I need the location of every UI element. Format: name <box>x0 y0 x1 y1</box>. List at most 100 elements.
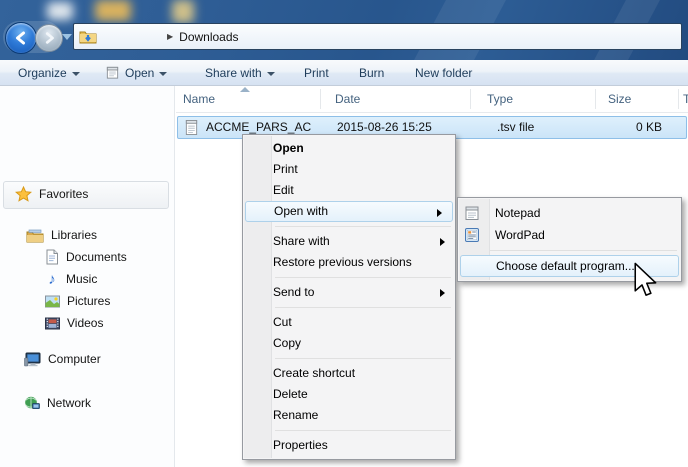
menu-item-label: Share with <box>273 234 330 248</box>
menu-item-label: Open with <box>274 204 328 218</box>
organize-button[interactable]: Organize <box>14 60 84 85</box>
menu-item-open[interactable]: Open <box>243 138 455 159</box>
back-icon <box>12 29 30 47</box>
menu-item-open-with[interactable]: Open with <box>245 201 453 222</box>
submenu-item-wordpad[interactable]: WordPad <box>458 224 681 246</box>
sidebar-label: Music <box>66 272 97 286</box>
column-divider[interactable] <box>678 89 679 109</box>
file-icon <box>184 119 199 136</box>
column-divider[interactable] <box>595 89 596 109</box>
burn-button[interactable]: Burn <box>355 60 388 85</box>
sidebar-item-videos[interactable]: Videos <box>45 312 103 334</box>
menu-item-print[interactable]: Print <box>243 159 455 180</box>
sidebar-item-pictures[interactable]: Pictures <box>45 290 110 312</box>
blurred-desktop-icon <box>47 2 73 20</box>
sidebar-label: Documents <box>66 250 127 264</box>
file-type: .tsv file <box>497 120 534 134</box>
network-icon <box>24 396 40 411</box>
submenu-arrow-icon <box>440 289 445 297</box>
open-label: Open <box>125 66 154 80</box>
sidebar-item-favorites[interactable]: Favorites <box>15 183 88 205</box>
back-button[interactable] <box>5 22 37 54</box>
column-header-type[interactable]: Type <box>487 92 513 106</box>
notepad-icon <box>105 65 120 80</box>
libraries-icon <box>26 228 44 243</box>
column-header-name[interactable]: Name <box>183 92 215 106</box>
address-bar[interactable]: ▶ Downloads <box>73 23 682 50</box>
column-divider[interactable] <box>320 89 321 109</box>
blurred-desktop-icon <box>95 0 131 21</box>
sidebar-label: Favorites <box>39 187 88 201</box>
menu-separator <box>243 273 455 282</box>
sidebar-item-documents[interactable]: Documents <box>45 246 127 268</box>
column-divider[interactable] <box>470 89 471 109</box>
wordpad-icon <box>464 227 480 243</box>
chevron-down-icon <box>267 72 275 76</box>
music-note-icon: ♪ <box>45 272 59 287</box>
sidebar-item-computer[interactable]: Computer <box>24 348 101 370</box>
navigation-pane: Favorites Libraries Documents <box>0 86 175 467</box>
menu-item-rename[interactable]: Rename <box>243 405 455 426</box>
submenu-item-label: WordPad <box>495 228 545 242</box>
column-header-size[interactable]: Size <box>608 92 631 106</box>
mouse-cursor-icon <box>633 262 660 303</box>
videos-icon <box>45 317 60 330</box>
explorer-window: ▶ Downloads Organize Open Share with Pri… <box>0 0 688 467</box>
organize-label: Organize <box>18 66 67 80</box>
file-date: 2015-08-26 15:25 <box>337 120 432 134</box>
document-icon <box>45 249 59 265</box>
star-icon <box>15 186 32 202</box>
menu-item-copy[interactable]: Copy <box>243 333 455 354</box>
sidebar-label: Network <box>47 396 91 410</box>
new-folder-label: New folder <box>415 66 472 80</box>
sidebar-label: Videos <box>67 316 103 330</box>
submenu-item-label: Choose default program... <box>496 259 635 273</box>
sidebar-label: Computer <box>48 352 101 366</box>
menu-item-cut[interactable]: Cut <box>243 312 455 333</box>
menu-item-delete[interactable]: Delete <box>243 384 455 405</box>
share-with-button[interactable]: Share with <box>201 60 279 85</box>
menu-item-restore-previous-versions[interactable]: Restore previous versions <box>243 252 455 273</box>
menu-item-share-with[interactable]: Share with <box>243 231 455 252</box>
burn-label: Burn <box>359 66 384 80</box>
menu-item-edit[interactable]: Edit <box>243 180 455 201</box>
sidebar-label: Libraries <box>51 228 97 242</box>
menu-item-send-to[interactable]: Send to <box>243 282 455 303</box>
context-menu: Open Print Edit Open with Share with Res… <box>242 134 456 460</box>
menu-separator <box>243 303 455 312</box>
column-header-partial[interactable]: T <box>683 92 688 106</box>
file-size: 0 KB <box>636 120 662 134</box>
menu-item-label: Send to <box>273 285 314 299</box>
forward-button[interactable] <box>35 24 63 52</box>
open-button[interactable]: Open <box>101 60 171 85</box>
menu-separator <box>458 246 681 255</box>
chevron-down-icon <box>72 72 80 76</box>
command-toolbar: Organize Open Share with Print Burn <box>0 60 688 86</box>
sidebar-item-music[interactable]: ♪ Music <box>45 268 97 290</box>
sidebar-item-libraries[interactable]: Libraries <box>26 224 97 246</box>
new-folder-button[interactable]: New folder <box>411 60 476 85</box>
menu-separator <box>243 426 455 435</box>
breadcrumb-parent-segment[interactable] <box>101 24 165 49</box>
share-with-label: Share with <box>205 66 262 80</box>
blurred-desktop-icon <box>172 0 194 23</box>
history-chevron-icon[interactable] <box>62 34 72 40</box>
sidebar-item-network[interactable]: Network <box>24 392 91 414</box>
submenu-arrow-icon <box>437 209 442 217</box>
downloads-folder-icon <box>79 29 97 44</box>
column-header-row: Name Date Type Size T <box>176 86 688 113</box>
menu-item-create-shortcut[interactable]: Create shortcut <box>243 363 455 384</box>
breadcrumb-location[interactable]: Downloads <box>179 30 238 44</box>
sidebar-label: Pictures <box>67 294 110 308</box>
submenu-item-notepad[interactable]: Notepad <box>458 202 681 224</box>
chevron-down-icon <box>159 72 167 76</box>
print-label: Print <box>304 66 329 80</box>
forward-icon <box>41 30 57 46</box>
sort-ascending-icon <box>240 87 250 92</box>
file-name: ACCME_PARS_AC <box>206 120 311 134</box>
column-header-date[interactable]: Date <box>335 92 360 106</box>
print-button[interactable]: Print <box>300 60 333 85</box>
menu-item-properties[interactable]: Properties <box>243 435 455 456</box>
submenu-item-label: Notepad <box>495 206 540 220</box>
pictures-icon <box>45 295 60 308</box>
